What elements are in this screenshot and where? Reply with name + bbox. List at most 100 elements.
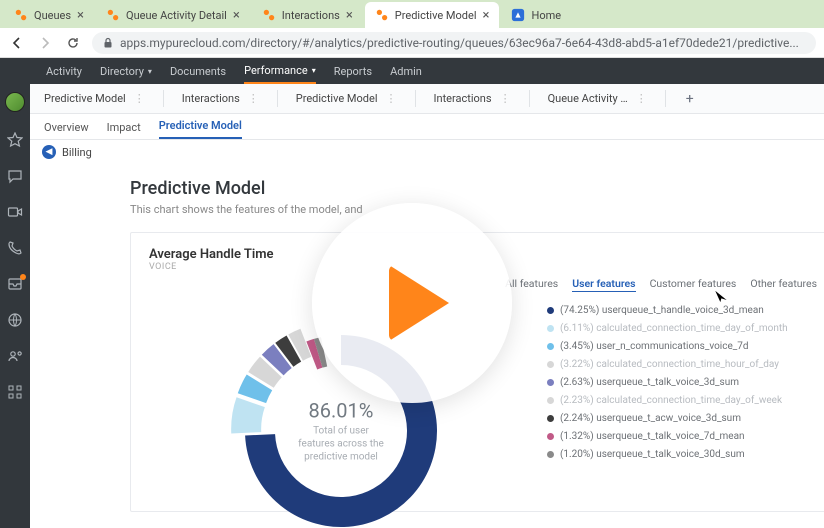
subnav-overview[interactable]: Overview bbox=[44, 121, 89, 139]
card-title: Average Handle Time bbox=[149, 247, 811, 262]
legend-dot-icon bbox=[547, 379, 554, 386]
nav-documents[interactable]: Documents bbox=[170, 58, 226, 84]
close-icon[interactable]: × bbox=[77, 8, 84, 23]
favicon-icon bbox=[375, 8, 389, 22]
reload-button[interactable] bbox=[64, 34, 82, 52]
browser-tab-active[interactable]: Predictive Model × bbox=[365, 2, 500, 28]
workspace-tab[interactable]: Interactions⋮ bbox=[178, 84, 263, 113]
legend-label: (3.22%) calculated_connection_time_hour_… bbox=[560, 359, 779, 370]
more-icon[interactable]: ⋮ bbox=[134, 92, 145, 105]
more-icon[interactable]: ⋮ bbox=[636, 92, 647, 105]
legend-dot-icon bbox=[547, 397, 554, 404]
legend-row[interactable]: (3.45%) user_n_communications_voice_7d bbox=[547, 341, 817, 352]
address-bar: apps.mypurecloud.com/directory/#/analyti… bbox=[0, 28, 824, 58]
chat-icon[interactable] bbox=[7, 168, 23, 184]
phone-icon[interactable] bbox=[7, 240, 23, 256]
people-icon[interactable] bbox=[7, 348, 23, 364]
breadcrumb: ◀ Billing bbox=[30, 140, 824, 164]
legend-label: (2.24%) userqueue_t_acw_voice_3d_sum bbox=[560, 413, 741, 424]
workspace-tab[interactable]: Queue Activity …⋮ bbox=[544, 84, 651, 113]
subnav-predictive-model[interactable]: Predictive Model bbox=[159, 119, 242, 139]
browser-tab[interactable]: Queue Activity Detail × bbox=[96, 2, 250, 28]
close-icon[interactable]: × bbox=[346, 8, 353, 23]
inbox-icon[interactable] bbox=[7, 276, 23, 292]
legend-dot-icon bbox=[547, 433, 554, 440]
legend-label: (74.25%) userqueue_t_handle_voice_3d_mea… bbox=[560, 305, 764, 316]
nav-activity[interactable]: Activity bbox=[46, 58, 82, 84]
avatar[interactable] bbox=[5, 92, 25, 112]
favicon-icon bbox=[14, 8, 28, 22]
nav-reports[interactable]: Reports bbox=[334, 58, 372, 84]
donut-center-label: Total of userfeatures across thepredicti… bbox=[271, 425, 411, 464]
legend-row[interactable]: (2.24%) userqueue_t_acw_voice_3d_sum bbox=[547, 413, 817, 424]
star-icon[interactable] bbox=[7, 132, 23, 148]
browser-tab-strip: Queues × Queue Activity Detail × Interac… bbox=[0, 0, 824, 28]
legend-label: (3.45%) user_n_communications_voice_7d bbox=[560, 341, 749, 352]
page-description: This chart shows the features of the mod… bbox=[130, 203, 824, 216]
more-icon[interactable]: ⋮ bbox=[500, 92, 511, 105]
favicon-icon bbox=[511, 8, 525, 22]
globe-icon[interactable] bbox=[7, 312, 23, 328]
top-nav: Activity Directory▾ Documents Performanc… bbox=[0, 58, 824, 84]
url-input[interactable]: apps.mypurecloud.com/directory/#/analyti… bbox=[92, 32, 816, 54]
left-rail bbox=[0, 58, 30, 528]
apps-icon[interactable] bbox=[7, 384, 23, 400]
legend-tab-customer[interactable]: Customer features bbox=[650, 277, 737, 292]
browser-tab[interactable]: Home bbox=[501, 2, 571, 28]
more-icon[interactable]: ⋮ bbox=[386, 92, 397, 105]
legend-label: (6.11%) calculated_connection_time_day_o… bbox=[560, 323, 788, 334]
app-shell: Activity Directory▾ Documents Performanc… bbox=[0, 58, 824, 528]
workspace-tab[interactable]: Predictive Model⋮ bbox=[292, 84, 401, 113]
page-title: Predictive Model bbox=[130, 178, 824, 199]
add-tab-button[interactable]: + bbox=[680, 84, 700, 113]
workspace-tabs: Predictive Model⋮ Interactions⋮ Predicti… bbox=[30, 84, 824, 114]
close-icon[interactable]: × bbox=[483, 8, 490, 23]
forward-button[interactable] bbox=[36, 34, 54, 52]
workspace-tab[interactable]: Predictive Model⋮ bbox=[40, 84, 149, 113]
legend-row[interactable]: (74.25%) userqueue_t_handle_voice_3d_mea… bbox=[547, 305, 817, 316]
legend-dot-icon bbox=[547, 415, 554, 422]
video-icon[interactable] bbox=[7, 204, 23, 220]
chevron-down-icon: ▾ bbox=[312, 66, 316, 75]
tab-title: Home bbox=[531, 9, 561, 22]
chevron-down-icon: ▾ bbox=[148, 67, 152, 76]
content-area: Predictive Model⋮ Interactions⋮ Predicti… bbox=[30, 58, 824, 528]
nav-admin[interactable]: Admin bbox=[390, 58, 422, 84]
legend-tab-user[interactable]: User features bbox=[572, 277, 635, 292]
legend-label: (1.20%) userqueue_t_talk_voice_30d_sum bbox=[560, 449, 745, 460]
nav-directory[interactable]: Directory▾ bbox=[100, 58, 152, 84]
url-text: apps.mypurecloud.com/directory/#/analyti… bbox=[120, 36, 799, 50]
tab-title: Interactions bbox=[282, 9, 340, 22]
browser-tab[interactable]: Interactions × bbox=[252, 2, 363, 28]
legend-row[interactable]: (1.20%) userqueue_t_talk_voice_30d_sum bbox=[547, 449, 817, 460]
back-button[interactable] bbox=[8, 34, 26, 52]
legend-dot-icon bbox=[547, 343, 554, 350]
legend-row[interactable]: (2.63%) userqueue_t_talk_voice_3d_sum bbox=[547, 377, 817, 388]
legend-dot-icon bbox=[547, 451, 554, 458]
legend-label: (2.23%) calculated_connection_time_day_o… bbox=[560, 395, 782, 406]
browser-tab[interactable]: Queues × bbox=[4, 2, 94, 28]
legend-row[interactable]: (2.23%) calculated_connection_time_day_o… bbox=[547, 395, 817, 406]
legend-list: (74.25%) userqueue_t_handle_voice_3d_mea… bbox=[547, 305, 817, 460]
donut-chart: 86.01% Total of userfeatures across thep… bbox=[231, 321, 451, 528]
workspace-tab[interactable]: Interactions⋮ bbox=[430, 84, 515, 113]
card-subtitle: voice bbox=[149, 262, 811, 272]
legend-tab-other[interactable]: Other features bbox=[750, 277, 817, 292]
close-icon[interactable]: × bbox=[233, 8, 240, 23]
breadcrumb-label: Billing bbox=[62, 146, 92, 159]
legend-tabs: All features User features Customer feat… bbox=[505, 277, 817, 292]
legend-row[interactable]: (3.22%) calculated_connection_time_hour_… bbox=[547, 359, 817, 370]
back-icon[interactable]: ◀ bbox=[42, 145, 56, 159]
nav-performance[interactable]: Performance▾ bbox=[244, 58, 316, 84]
legend-tab-all[interactable]: All features bbox=[505, 277, 558, 292]
more-icon[interactable]: ⋮ bbox=[248, 92, 259, 105]
legend-row[interactable]: (1.32%) userqueue_t_talk_voice_7d_mean bbox=[547, 431, 817, 442]
chart-card: Average Handle Time voice All features U… bbox=[130, 232, 824, 512]
tab-title: Queue Activity Detail bbox=[126, 9, 227, 22]
favicon-icon bbox=[106, 8, 120, 22]
favicon-icon bbox=[262, 8, 276, 22]
legend-dot-icon bbox=[547, 325, 554, 332]
legend-label: (2.63%) userqueue_t_talk_voice_3d_sum bbox=[560, 377, 739, 388]
subnav-impact[interactable]: Impact bbox=[107, 121, 141, 139]
legend-row[interactable]: (6.11%) calculated_connection_time_day_o… bbox=[547, 323, 817, 334]
